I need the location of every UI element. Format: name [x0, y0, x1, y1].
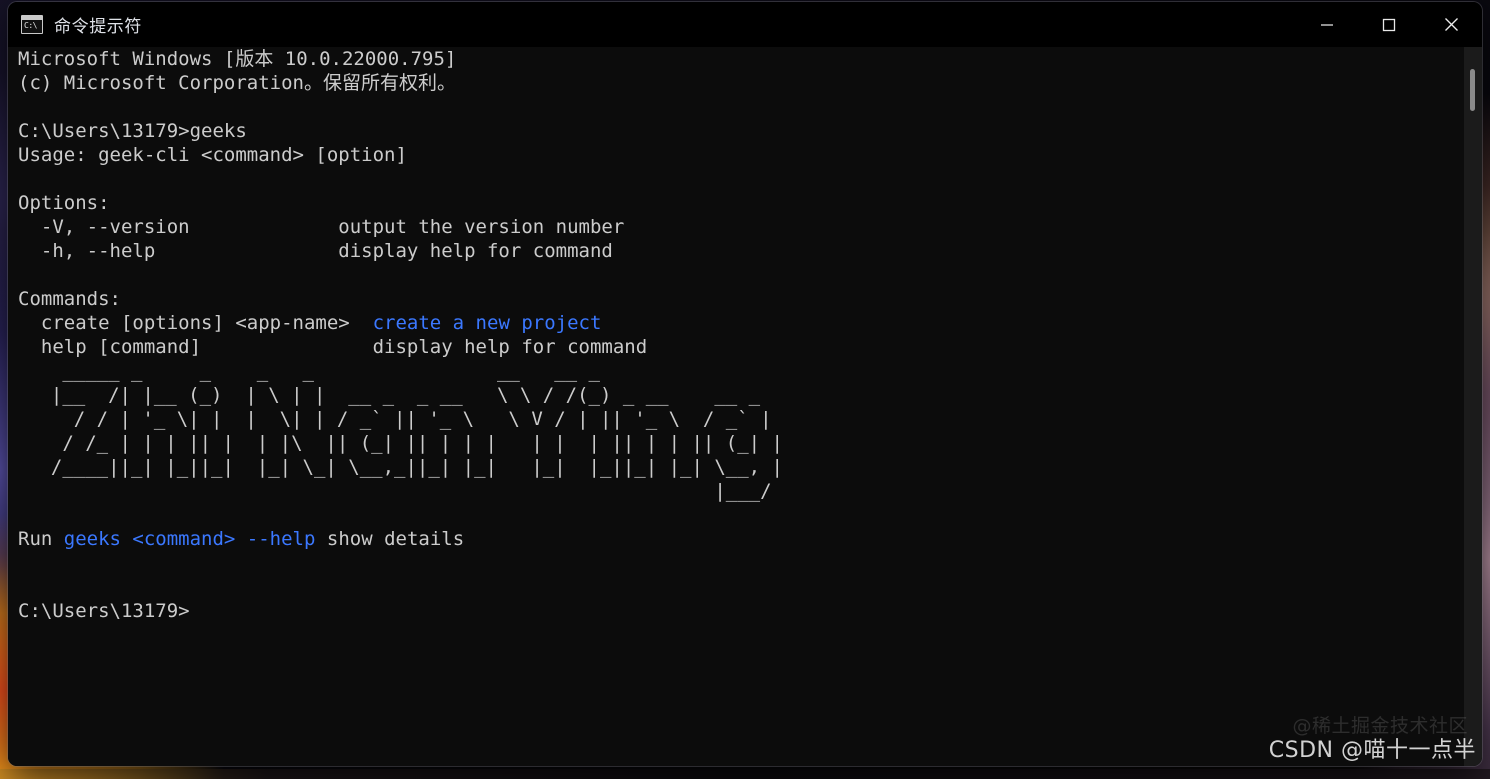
- terminal-line: create [options] <app-name> create a new…: [18, 311, 1438, 335]
- terminal-text: (c) Microsoft Corporation。保留所有权利。: [18, 72, 456, 94]
- terminal-header-lines: Microsoft Windows [版本 10.0.22000.795] (c)…: [18, 47, 1438, 359]
- command-prompt-window[interactable]: C:\ 命令提示符 Microsoft Windows [版本 10.0.220…: [8, 2, 1482, 766]
- titlebar-left-group: C:\ 命令提示符: [8, 12, 142, 37]
- terminal-footer-lines: Run geeks <command> --help show details …: [18, 503, 1438, 623]
- terminal-line: Microsoft Windows [版本 10.0.22000.795]: [18, 47, 1438, 71]
- cmd-icon: C:\: [21, 15, 43, 34]
- terminal-line: help [command] display help for command: [18, 335, 1438, 359]
- scrollbar-thumb[interactable]: [1470, 69, 1475, 111]
- terminal-text: Commands:: [18, 288, 121, 310]
- ascii-art-banner: _____ _ _ _ _ __ __ _ |__ /| |__ (_) | \…: [50, 360, 783, 502]
- terminal-text: help [command] display help for command: [18, 336, 648, 358]
- window-controls[interactable]: [1296, 2, 1482, 47]
- maximize-icon: [1382, 18, 1396, 31]
- cmd-icon-text: C:\: [24, 21, 37, 30]
- window-titlebar[interactable]: C:\ 命令提示符: [8, 2, 1482, 47]
- terminal-line: Options:: [18, 191, 1438, 215]
- terminal-text-accent: geeks <command> --help: [63, 528, 316, 550]
- terminal-text: Microsoft Windows [版本 10.0.22000.795]: [18, 48, 457, 70]
- terminal-line: (c) Microsoft Corporation。保留所有权利。: [18, 71, 1438, 95]
- close-icon: [1444, 18, 1458, 31]
- terminal-output[interactable]: Microsoft Windows [版本 10.0.22000.795] (c)…: [8, 47, 1438, 623]
- terminal-text-accent: create a new project: [372, 312, 602, 334]
- terminal-line: Run geeks <command> --help show details: [18, 527, 1438, 551]
- terminal-text: Usage: geek-cli <command> [option]: [18, 144, 407, 166]
- terminal-text: create [options] <app-name>: [18, 312, 373, 334]
- scrollbar[interactable]: [1464, 47, 1482, 766]
- terminal-line: -h, --help display help for command: [18, 239, 1438, 263]
- terminal-text: -h, --help display help for command: [18, 240, 613, 262]
- minimize-button[interactable]: [1296, 2, 1358, 47]
- desktop-bottom-strip: [0, 769, 1490, 779]
- terminal-text: C:\Users\13179>: [18, 600, 190, 622]
- terminal-line: C:\Users\13179>: [18, 599, 1438, 623]
- minimize-icon: [1321, 23, 1333, 26]
- terminal-line: -V, --version output the version number: [18, 215, 1438, 239]
- terminal-line: C:\Users\13179>geeks: [18, 119, 1438, 143]
- maximize-button[interactable]: [1358, 2, 1420, 47]
- terminal-text: C:\Users\13179>geeks: [18, 120, 247, 142]
- close-button[interactable]: [1420, 2, 1482, 47]
- terminal-text: Options:: [18, 192, 110, 214]
- terminal-text: Run: [18, 528, 64, 550]
- watermark-csdn: CSDN @喵十一点半: [1268, 738, 1476, 763]
- terminal-text: -V, --version output the version number: [18, 216, 625, 238]
- terminal-text: show details: [315, 528, 465, 550]
- terminal-viewport[interactable]: Microsoft Windows [版本 10.0.22000.795] (c)…: [8, 47, 1482, 766]
- terminal-line: Usage: geek-cli <command> [option]: [18, 143, 1438, 167]
- window-title: 命令提示符: [54, 17, 142, 37]
- terminal-line: Commands:: [18, 287, 1438, 311]
